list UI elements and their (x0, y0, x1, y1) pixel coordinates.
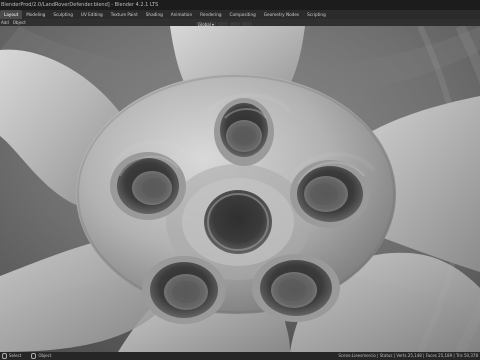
tab-scripting[interactable]: Scripting (303, 10, 330, 19)
status-select-label: Select (9, 353, 22, 358)
viewport-menu: Add Object (0, 19, 26, 26)
workspace-tabs-bar: Layout Modeling Sculpting UV Editing Tex… (0, 10, 480, 29)
wheel-render (0, 26, 480, 352)
tab-geometry-nodes[interactable]: Geometry Nodes (260, 10, 303, 19)
tab-animation[interactable]: Animation (167, 10, 196, 19)
tab-layout[interactable]: Layout (0, 10, 23, 19)
status-right: Scene.Lieesmercio | Status | Verts 25,14… (338, 353, 478, 358)
mouse-middle-icon (31, 353, 37, 359)
tab-compositing[interactable]: Compositing (226, 10, 260, 19)
window-title: BlenderProd/2.0/LandRoverDefender.blend]… (1, 2, 159, 8)
tab-shading[interactable]: Shading (142, 10, 167, 19)
tab-modeling[interactable]: Modeling (22, 10, 49, 19)
tab-texture-paint[interactable]: Texture Paint (107, 10, 142, 19)
status-select: Select (2, 352, 21, 360)
tab-uv-editing[interactable]: UV Editing (77, 10, 107, 19)
status-bar: Select Object Scene.Lieesmercio | Status… (0, 352, 480, 360)
menu-object[interactable]: Object (13, 19, 26, 26)
tab-rendering[interactable]: Rendering (196, 10, 225, 19)
status-left: Select Object (2, 352, 51, 360)
mouse-left-icon (2, 353, 7, 359)
tab-sculpting[interactable]: Sculpting (49, 10, 77, 19)
window-titlebar: BlenderProd/2.0/LandRoverDefender.blend]… (0, 0, 480, 10)
status-object-label: Object (38, 353, 52, 358)
workspace-tabs: Layout Modeling Sculpting UV Editing Tex… (0, 10, 330, 19)
status-object: Object (31, 352, 51, 360)
3d-viewport[interactable] (0, 26, 480, 352)
menu-add[interactable]: Add (1, 19, 9, 26)
